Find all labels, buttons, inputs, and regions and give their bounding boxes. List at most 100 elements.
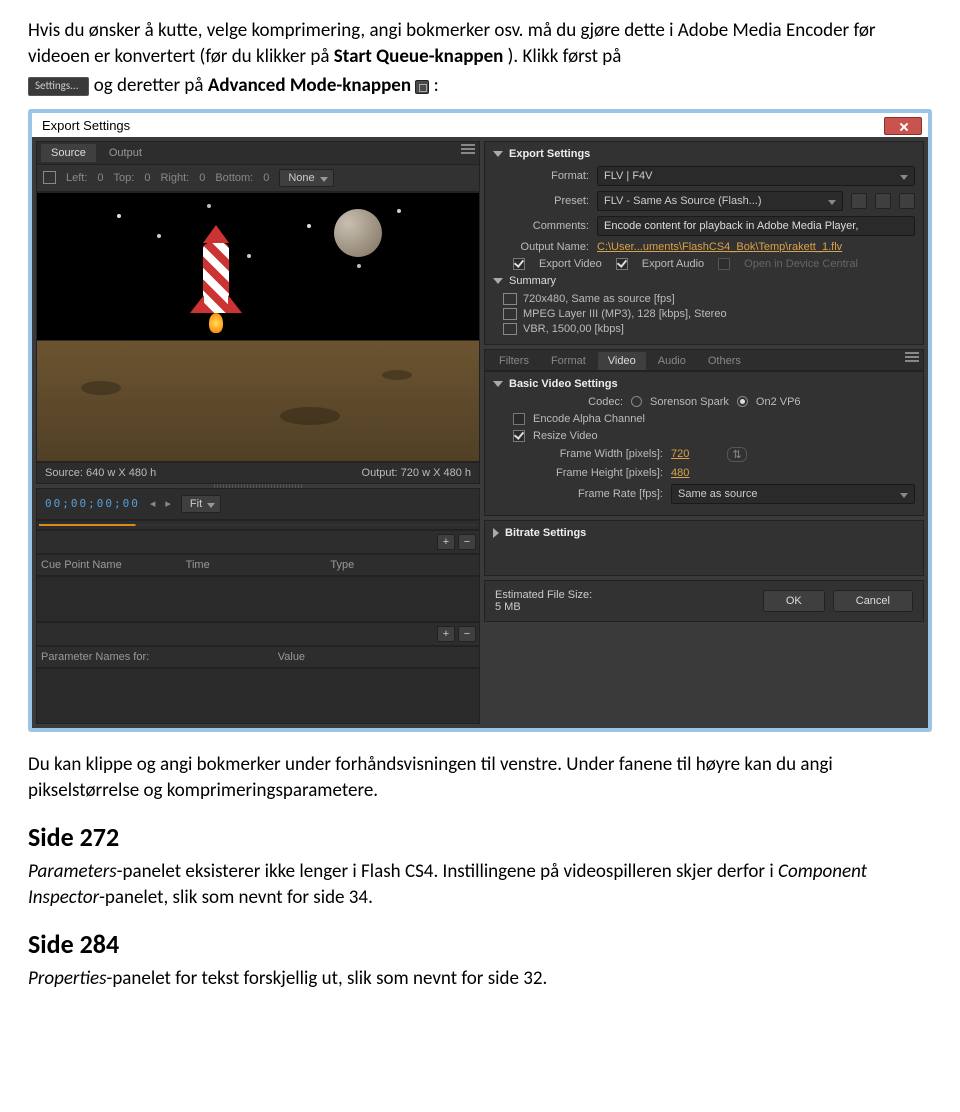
tab-source[interactable]: Source [41, 144, 96, 162]
export-video-checkbox[interactable] [513, 258, 525, 270]
preset-label: Preset: [493, 195, 589, 207]
right-panel-menu-icon[interactable] [905, 352, 919, 362]
format-label: Format: [493, 170, 589, 182]
link-dimensions-icon[interactable]: ⇅ [727, 447, 746, 462]
intro-paragraph-1: Hvis du ønsker å kutte, velge komprimeri… [28, 18, 932, 69]
device-central-label: Open in Device Central [744, 258, 858, 270]
col-cue-name: Cue Point Name [41, 559, 186, 571]
cue-list-body[interactable] [36, 576, 480, 622]
export-settings-dialog: Export Settings Source Output Left: 0 To… [28, 109, 932, 732]
dialog-footer: Estimated File Size: 5 MB OK Cancel [484, 580, 924, 622]
codec-on2-radio[interactable] [737, 396, 748, 407]
save-preset-icon[interactable] [851, 193, 867, 209]
bvs-collapse-icon[interactable] [493, 381, 503, 387]
crop-bottom-value[interactable]: 0 [263, 172, 269, 184]
cancel-button[interactable]: Cancel [833, 590, 913, 612]
parameters-italic: Parameters [28, 860, 117, 883]
play-prev-icon[interactable]: ◂ [150, 497, 156, 510]
delete-preset-icon[interactable] [899, 193, 915, 209]
collapse-icon[interactable] [493, 151, 503, 157]
codec-label: Codec: [493, 396, 623, 408]
tab-video[interactable]: Video [598, 352, 646, 370]
video-preview [36, 192, 480, 462]
param-list-body[interactable] [36, 668, 480, 724]
settings-button-inline: Settings... [28, 77, 89, 96]
cue-list-header: Cue Point Name Time Type [36, 554, 480, 576]
add-param-icon[interactable]: + [437, 626, 455, 642]
frame-rate-dropdown[interactable]: Same as source [671, 484, 915, 504]
crop-right-label: Right: [160, 172, 189, 184]
crop-top-label: Top: [114, 172, 135, 184]
close-icon[interactable] [884, 117, 922, 135]
right-tabs: Filters Format Video Audio Others [484, 349, 924, 371]
output-dimensions: Output: 720 w X 480 h [362, 467, 471, 479]
tab-output[interactable]: Output [99, 144, 152, 162]
resize-checkbox[interactable] [513, 430, 525, 442]
export-audio-checkbox[interactable] [616, 258, 628, 270]
export-settings-panel: Export Settings Format: FLV | F4V Preset… [484, 141, 924, 345]
advanced-mode-icon [415, 80, 429, 94]
output-name-link[interactable]: C:\User...uments\FlashCS4_Bok\Temp\raket… [597, 241, 915, 253]
summary-heading: Summary [509, 275, 556, 287]
comments-field[interactable]: Encode content for playback in Adobe Med… [597, 216, 915, 236]
codec-sorenson-label: Sorenson Spark [650, 396, 729, 408]
tab-others[interactable]: Others [698, 352, 751, 370]
timecode-row: 00;00;00;00 ◂ ▸ Fit [36, 488, 480, 520]
frame-height-value[interactable]: 480 [671, 467, 689, 479]
ok-button[interactable]: OK [763, 590, 825, 612]
timeline-slider[interactable] [36, 520, 480, 530]
summary-line-1: 720x480, Same as source [fps] [523, 293, 675, 305]
frame-width-label: Frame Width [pixels]: [493, 448, 663, 460]
remove-param-icon[interactable]: − [458, 626, 476, 642]
crop-left-value[interactable]: 0 [97, 172, 103, 184]
panel-menu-icon[interactable] [461, 144, 475, 154]
heading-side-284: Side 284 [28, 928, 932, 960]
p284-b: -panelet for tekst forskjellig ut, slik … [107, 967, 548, 990]
crop-mode-dropdown[interactable]: None [279, 169, 333, 187]
crop-right-value[interactable]: 0 [199, 172, 205, 184]
dimensions-bar: Source: 640 w X 480 h Output: 720 w X 48… [36, 462, 480, 484]
dialog-titlebar: Export Settings [32, 113, 928, 137]
planet-graphic [334, 209, 382, 257]
bitrate-collapse-icon[interactable] [493, 528, 499, 538]
crop-left-label: Left: [66, 172, 87, 184]
add-cue-icon[interactable]: + [437, 534, 455, 550]
tab-audio[interactable]: Audio [648, 352, 696, 370]
param-buttons: + − [36, 622, 480, 646]
export-audio-label: Export Audio [642, 258, 704, 270]
export-settings-heading: Export Settings [509, 148, 590, 160]
start-queue-bold: Start Queue-knappen [334, 45, 504, 68]
rocket-graphic [196, 225, 236, 335]
remove-cue-icon[interactable]: − [458, 534, 476, 550]
tab-format[interactable]: Format [541, 352, 596, 370]
paragraph-side-272: Parameters-panelet eksisterer ikke lenge… [28, 859, 932, 910]
export-video-label: Export Video [539, 258, 602, 270]
comments-label: Comments: [493, 220, 589, 232]
resize-label: Resize Video [533, 430, 598, 442]
frame-height-label: Frame Height [pixels]: [493, 467, 663, 479]
summary-collapse-icon[interactable] [493, 278, 503, 284]
left-tabs: Source Output [36, 141, 480, 164]
heading-side-272: Side 272 [28, 821, 932, 853]
codec-sorenson-radio[interactable] [631, 396, 642, 407]
frame-width-value[interactable]: 720 [671, 448, 689, 460]
properties-italic: Properties [28, 967, 107, 990]
alpha-label: Encode Alpha Channel [533, 413, 645, 425]
source-dimensions: Source: 640 w X 480 h [45, 467, 156, 479]
crop-top-value[interactable]: 0 [144, 172, 150, 184]
play-next-icon[interactable]: ▸ [165, 497, 171, 510]
tab-filters[interactable]: Filters [489, 352, 539, 370]
advanced-mode-bold: Advanced Mode-knappen [208, 74, 416, 97]
format-dropdown[interactable]: FLV | F4V [597, 166, 915, 186]
param-header: Parameter Names for: Value [36, 646, 480, 668]
crop-icon[interactable] [43, 171, 56, 184]
summary-line-3: VBR, 1500,00 [kbps] [523, 323, 624, 335]
alpha-checkbox[interactable] [513, 413, 525, 425]
zoom-fit-dropdown[interactable]: Fit [181, 495, 221, 513]
timecode-value[interactable]: 00;00;00;00 [45, 497, 140, 510]
bitrate-heading: Bitrate Settings [505, 527, 586, 539]
import-preset-icon[interactable] [875, 193, 891, 209]
para1-c: og deretter på [94, 74, 208, 97]
preset-dropdown[interactable]: FLV - Same As Source (Flash...) [597, 191, 843, 211]
bitrate-summary-icon [503, 323, 517, 335]
